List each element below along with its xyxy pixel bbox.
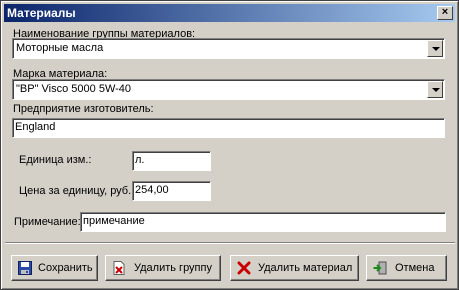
delete-group-button-label: Удалить группу bbox=[134, 262, 212, 274]
cancel-button[interactable]: Отмена bbox=[366, 255, 447, 281]
brand-select-value: "BP" Visco 5000 5W-40 bbox=[16, 83, 132, 95]
save-button[interactable]: Сохранить bbox=[11, 255, 98, 281]
price-field[interactable] bbox=[132, 181, 211, 201]
delete-material-button-label: Удалить материал bbox=[258, 262, 353, 274]
divider bbox=[5, 242, 455, 244]
floppy-disk-icon bbox=[18, 261, 32, 275]
unit-label: Единица изм.: bbox=[19, 154, 92, 166]
window-title: Материалы bbox=[7, 6, 76, 20]
manufacturer-input[interactable] bbox=[15, 121, 442, 133]
exit-door-icon bbox=[373, 261, 387, 275]
red-x-icon bbox=[237, 261, 251, 275]
close-button[interactable]: × bbox=[437, 6, 453, 20]
price-label: Цена за единицу, руб.: bbox=[19, 185, 135, 197]
manufacturer-field[interactable] bbox=[12, 118, 445, 138]
save-button-label: Сохранить bbox=[38, 262, 93, 274]
document-delete-icon bbox=[113, 261, 125, 275]
close-icon: × bbox=[441, 6, 449, 18]
chevron-down-icon[interactable] bbox=[427, 81, 443, 98]
manufacturer-label: Предприятие изготовитель: bbox=[13, 103, 154, 115]
price-input[interactable] bbox=[135, 184, 208, 196]
unit-input[interactable] bbox=[135, 154, 208, 166]
group-select-value: Моторные масла bbox=[16, 42, 104, 54]
materials-dialog: Материалы × Наименование группы материал… bbox=[0, 0, 459, 290]
delete-material-button[interactable]: Удалить материал bbox=[230, 255, 359, 281]
title-bar[interactable]: Материалы × bbox=[4, 4, 455, 22]
note-input[interactable] bbox=[83, 215, 443, 227]
delete-group-button[interactable]: Удалить группу bbox=[105, 255, 221, 281]
note-field[interactable] bbox=[80, 212, 446, 232]
unit-field[interactable] bbox=[132, 151, 211, 171]
chevron-down-icon[interactable] bbox=[427, 40, 443, 57]
cancel-button-label: Отмена bbox=[395, 262, 435, 274]
group-select[interactable]: Моторные масла bbox=[12, 38, 445, 59]
note-label: Примечание: bbox=[14, 216, 81, 228]
brand-select[interactable]: "BP" Visco 5000 5W-40 bbox=[12, 79, 445, 100]
